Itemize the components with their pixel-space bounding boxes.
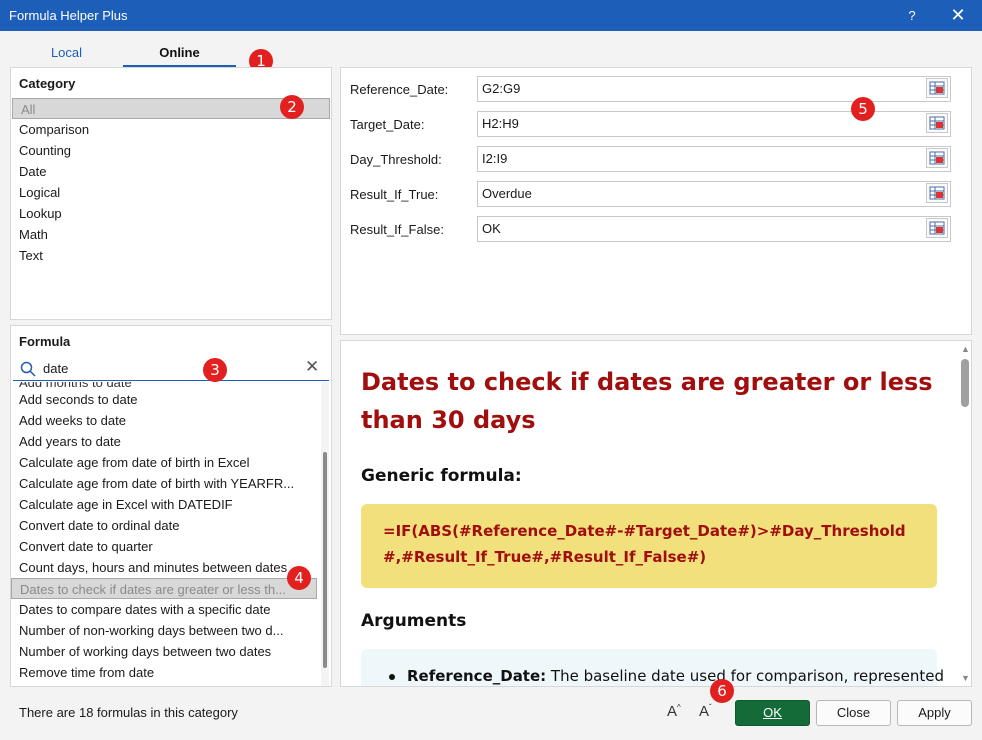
formula-header: Formula [19,334,71,349]
formula-item[interactable]: Add months to date [11,382,317,389]
increase-font-icon: A [667,703,678,720]
formula-item[interactable]: Add weeks to date [11,410,317,431]
argument-row-day-threshold: Day_Threshold: I2:I9 [341,146,973,172]
formula-search-input[interactable]: date ✕ [13,357,329,381]
status-text: There are 18 formulas in this category [19,705,238,720]
range-picker-icon[interactable] [926,183,948,203]
window-close-button[interactable]: ✕ [935,0,981,31]
formula-item-selected[interactable]: Dates to check if dates are greater or l… [11,578,317,599]
category-item-text[interactable]: Text [11,245,331,266]
day-threshold-input[interactable]: I2:I9 [477,146,951,172]
argument-label: Target_Date: [350,117,425,132]
decrease-font-button[interactable]: Aˇ [699,703,712,720]
formula-item[interactable]: Calculate age from date of birth with YE… [11,473,317,494]
search-value: date [43,361,69,376]
target-date-input[interactable]: H2:H9 [477,111,951,137]
help-button[interactable]: ? [889,0,935,31]
decrease-font-icon: A [699,703,710,720]
doc-scroll-thumb[interactable] [961,359,969,407]
scroll-up-icon[interactable]: ▲ [961,344,970,354]
result-if-true-input[interactable]: Overdue [477,181,951,207]
callout-badge-2: 2 [280,95,304,119]
apply-button[interactable]: Apply [897,700,972,726]
formula-item[interactable]: Calculate age in Excel with DATEDIF [11,494,317,515]
formula-item[interactable]: Count days, hours and minutes between da… [11,557,317,578]
arguments-panel: Reference_Date: G2:G9 Target_Date: H2:H9… [340,67,972,335]
argument-row-result-if-false: Result_If_False: OK [341,216,973,242]
formula-item[interactable]: Convert date to quarter [11,536,317,557]
arguments-description-box: Reference_Date: The baseline date used f… [361,649,944,686]
category-item-counting[interactable]: Counting [11,140,331,161]
generic-formula-text: =IF(ABS(#Reference_Date#-#Target_Date#)>… [383,522,906,566]
argument-row-reference-date: Reference_Date: G2:G9 [341,76,973,102]
category-item-date[interactable]: Date [11,161,331,182]
formula-item[interactable]: Number of non-working days between two d… [11,620,317,641]
tab-bar: Local Online [10,40,242,68]
formula-item[interactable]: Add years to date [11,431,317,452]
tab-local[interactable]: Local [10,40,123,67]
argument-description-text: The baseline date used for comparison, r… [546,667,944,685]
range-picker-icon[interactable] [926,148,948,168]
category-header: Category [19,76,76,91]
generic-formula-heading: Generic formula: [361,466,522,486]
generic-formula-box: =IF(ABS(#Reference_Date#-#Target_Date#)>… [361,504,937,588]
ok-button[interactable]: OK [735,700,810,726]
close-button[interactable]: Close [816,700,891,726]
title-bar: Formula Helper Plus ? ✕ [0,0,982,31]
formula-item[interactable]: Remove time from date [11,662,317,683]
doc-scrollbar[interactable]: ▲ ▼ [958,341,971,686]
tab-online[interactable]: Online [123,40,236,67]
argument-row-target-date: Target_Date: H2:H9 [341,111,973,137]
callout-badge-4: 4 [287,566,311,590]
formula-item[interactable]: Convert date to ordinal date [11,515,317,536]
argument-label: Result_If_False: [350,222,444,237]
result-if-false-input[interactable]: OK [477,216,951,242]
category-item-lookup[interactable]: Lookup [11,203,331,224]
search-icon [20,361,36,377]
window-title: Formula Helper Plus [9,8,128,23]
range-picker-icon[interactable] [926,78,948,98]
reference-date-input[interactable]: G2:G9 [477,76,951,102]
scroll-down-icon[interactable]: ▼ [961,673,970,683]
formula-panel: Formula date ✕ Add months to date Add se… [10,325,332,687]
documentation-panel: Dates to check if dates are greater or l… [340,340,972,687]
range-picker-icon[interactable] [926,113,948,133]
category-item-math[interactable]: Math [11,224,331,245]
arguments-heading: Arguments [361,611,467,631]
callout-badge-3: 3 [203,358,227,382]
argument-description-name: Reference_Date: [407,667,547,685]
category-list: All Comparison Counting Date Logical Loo… [11,98,331,266]
argument-row-result-if-true: Result_If_True: Overdue [341,181,973,207]
range-picker-icon[interactable] [926,218,948,238]
formula-list: Add months to date Add seconds to date A… [11,382,317,686]
category-item-comparison[interactable]: Comparison [11,119,331,140]
formula-item[interactable]: Number of working days between two dates [11,641,317,662]
argument-label: Day_Threshold: [350,152,442,167]
callout-badge-6: 6 [710,679,734,703]
argument-label: Reference_Date: [350,82,449,97]
clear-search-icon[interactable]: ✕ [305,357,319,377]
formula-item[interactable]: Calculate age from date of birth in Exce… [11,452,317,473]
formula-item[interactable]: Dates to compare dates with a specific d… [11,599,317,620]
formula-list-scroll-thumb[interactable] [323,452,327,668]
increase-font-button[interactable]: A^ [667,703,681,720]
argument-description-item: Reference_Date: The baseline date used f… [389,667,944,685]
doc-title: Dates to check if dates are greater or l… [361,368,933,434]
formula-list-scrollbar[interactable] [321,382,329,686]
formula-item[interactable]: Add seconds to date [11,389,317,410]
callout-badge-5: 5 [851,97,875,121]
category-item-logical[interactable]: Logical [11,182,331,203]
bullet-icon [389,673,395,680]
argument-label: Result_If_True: [350,187,439,202]
